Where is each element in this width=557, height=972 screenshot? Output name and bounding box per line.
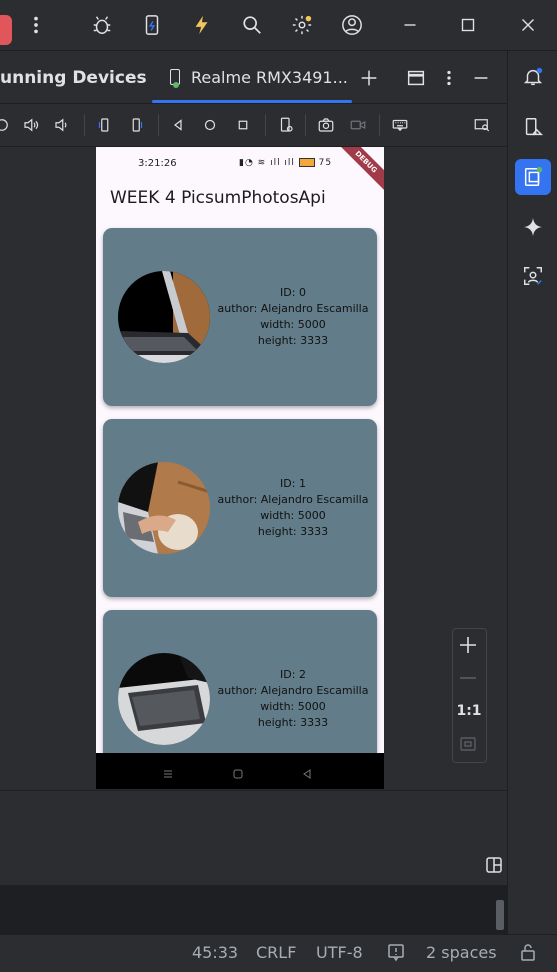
window-layout-icon[interactable]: [404, 66, 428, 90]
photo-id: ID: 2: [280, 668, 306, 681]
toolbar-separator: [84, 114, 85, 136]
phone-screen[interactable]: 3:21:26 ▮◔ ≋ ıll ıll 75 DEBUG WEEK 4 Pic…: [96, 147, 384, 789]
back-icon[interactable]: [301, 765, 313, 779]
photo-card[interactable]: ID: 0 author: Alejandro Escamilla width:…: [103, 228, 377, 406]
back-triangle-icon[interactable]: [168, 115, 188, 135]
photo-width: width: 5000: [260, 318, 326, 331]
screen-record-icon[interactable]: [348, 115, 368, 135]
battery-icon: [298, 158, 315, 167]
photo-thumbnail: [118, 271, 210, 363]
active-tab-indicator: [152, 100, 352, 103]
photo-card[interactable]: ID: 1 author: Alejandro Escamilla width:…: [103, 419, 377, 597]
running-devices-active-icon[interactable]: [515, 159, 551, 195]
app-badge[interactable]: [0, 15, 12, 45]
settings-gear-icon[interactable]: [290, 13, 314, 37]
account-icon[interactable]: [340, 13, 364, 37]
toolbar-separator: [305, 114, 306, 136]
zoom-actual-size[interactable]: 1:1: [456, 703, 482, 719]
scrollbar-thumb[interactable]: [496, 900, 504, 930]
tool-window-title: unning Devices: [0, 68, 147, 88]
photo-height: height: 3333: [257, 525, 329, 538]
indent-setting[interactable]: 2 spaces: [426, 943, 497, 962]
photo-height: height: 3333: [257, 334, 329, 347]
apply-changes-lightning-icon[interactable]: [190, 13, 214, 37]
photo-id: ID: 1: [280, 477, 306, 490]
device-settings-icon[interactable]: [276, 115, 296, 135]
toolbar-separator: [265, 114, 266, 136]
toolbar-separator: [379, 114, 380, 136]
photo-width: width: 5000: [260, 509, 326, 522]
photo-thumbnail: [118, 653, 210, 745]
photo-author: author: Alejandro Escamilla: [217, 684, 369, 697]
caret-position[interactable]: 45:33: [192, 943, 238, 962]
photo-info: ID: 2 author: Alejandro Escamilla width:…: [213, 667, 373, 731]
photo-author: author: Alejandro Escamilla: [217, 493, 369, 506]
debug-bug-icon[interactable]: [90, 13, 114, 37]
photo-width: width: 5000: [260, 700, 326, 713]
search-icon[interactable]: [240, 13, 264, 37]
home-icon[interactable]: [232, 765, 244, 779]
photo-height: height: 3333: [257, 716, 329, 729]
line-separator[interactable]: CRLF: [256, 943, 296, 962]
terminal-area[interactable]: [0, 885, 507, 934]
battery-level: 75: [318, 158, 333, 168]
maximize-window-icon[interactable]: [456, 13, 480, 37]
lock-icon[interactable]: [518, 942, 538, 962]
notifications-icon[interactable]: [520, 64, 546, 90]
tab-realme-device[interactable]: Realme RMX3491...: [191, 68, 348, 87]
status-icons: ▮◔ ≋ ıll ıll 75: [239, 158, 332, 168]
android-nav-bar: [96, 753, 384, 789]
status-indicators: ▮◔ ≋ ıll ıll: [239, 158, 299, 168]
minimize-window-icon[interactable]: [398, 13, 422, 37]
status-time: 3:21:26: [138, 158, 177, 169]
volume-up-icon[interactable]: [21, 115, 41, 135]
close-window-icon[interactable]: [516, 13, 540, 37]
photo-info: ID: 0 author: Alejandro Escamilla width:…: [213, 285, 373, 349]
zoom-in-icon[interactable]: [457, 634, 479, 656]
rotate-right-icon[interactable]: [127, 115, 147, 135]
toolbar-separator: [158, 114, 159, 136]
screenshot-camera-icon[interactable]: [316, 115, 336, 135]
photo-thumbnail: [118, 462, 210, 554]
keyboard-icon[interactable]: [390, 115, 410, 135]
home-circle-icon[interactable]: [200, 115, 220, 135]
zoom-window-icon[interactable]: [472, 115, 492, 135]
device-manager-icon[interactable]: [140, 13, 164, 37]
device-toolbar: [0, 104, 507, 147]
phone-tab-icon: [170, 69, 180, 88]
add-tab-icon[interactable]: [357, 66, 381, 90]
readonly-toggle-icon[interactable]: [386, 942, 406, 962]
photo-author: author: Alejandro Escamilla: [217, 302, 369, 315]
options-vertical-icon[interactable]: [437, 66, 461, 90]
hide-panel-icon[interactable]: [469, 66, 493, 90]
zoom-fit-icon[interactable]: [458, 734, 478, 754]
gemini-sparkle-icon[interactable]: [520, 214, 546, 240]
photo-id: ID: 0: [280, 286, 306, 299]
power-icon[interactable]: [0, 115, 12, 135]
debug-banner: DEBUG: [332, 147, 384, 196]
device-explorer-icon[interactable]: [520, 114, 546, 140]
photo-info: ID: 1 author: Alejandro Escamilla width:…: [213, 476, 373, 540]
app-bar-title: WEEK 4 PicsumPhotosApi: [110, 188, 326, 208]
more-vertical-icon[interactable]: [24, 13, 48, 37]
terminal-header: [0, 843, 507, 885]
bottom-panel: [0, 790, 507, 844]
rotate-left-icon[interactable]: [94, 115, 114, 135]
zoom-out-icon[interactable]: [457, 667, 479, 689]
volume-down-icon[interactable]: [52, 115, 72, 135]
layout-inspector-icon[interactable]: [520, 263, 546, 289]
layout-toggle-icon[interactable]: [484, 855, 504, 875]
file-encoding[interactable]: UTF-8: [316, 943, 363, 962]
overview-square-icon[interactable]: [233, 115, 253, 135]
recents-icon[interactable]: [162, 765, 174, 778]
